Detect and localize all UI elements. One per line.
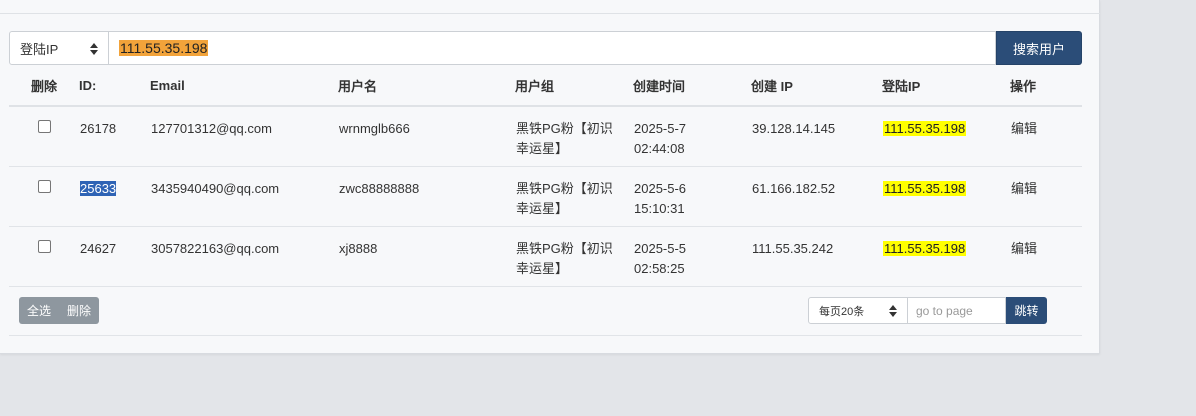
search-field-select[interactable]: 登陆IP <box>9 31 109 65</box>
row-created-clock: 02:44:08 <box>634 141 685 156</box>
row-created-clock: 02:58:25 <box>634 260 685 276</box>
content-panel: 登陆IP 111.55.35.198 搜索用户 删除 ID: Email 用户名… <box>0 0 1100 354</box>
row-created-ip-link[interactable]: 111.55.35.242 <box>751 226 882 287</box>
header-username: 用户名 <box>338 66 515 107</box>
row-edit-link[interactable]: 编辑 <box>1010 166 1082 227</box>
header-email: Email <box>150 66 338 107</box>
row-group: 黑铁PG粉【初识幸运星】 <box>516 180 613 216</box>
row-edit-link[interactable]: 编辑 <box>1010 226 1082 287</box>
bulk-delete-button[interactable]: 删除 <box>59 297 100 324</box>
search-input[interactable]: 111.55.35.198 <box>109 31 996 65</box>
search-bar: 登陆IP 111.55.35.198 搜索用户 <box>9 31 1082 65</box>
top-divider <box>0 13 1100 14</box>
pagination: 每页20条 go to page 跳转 <box>808 297 1047 324</box>
select-all-button[interactable]: 全选 <box>19 297 60 324</box>
row-group: 黑铁PG粉【初识幸运星】 <box>516 240 613 276</box>
row-checkbox[interactable] <box>37 239 51 253</box>
row-created-date: 2025-5-7 <box>634 121 687 136</box>
row-login-ip: 111.55.35.198 <box>883 121 967 136</box>
table-row: 26178 127701312@qq.com wrnmglb666 黑铁PG粉【… <box>9 106 1082 167</box>
search-input-value: 111.55.35.198 <box>119 40 209 56</box>
row-email: 3435940490@qq.com <box>150 166 338 227</box>
header-created-ip: 创建 IP <box>751 66 882 107</box>
row-id: 25633 <box>80 180 117 196</box>
footer-divider <box>9 335 1082 336</box>
row-login-ip: 111.55.35.198 <box>883 240 967 256</box>
row-created-ip-link[interactable]: 61.166.182.52 <box>751 166 882 227</box>
per-page-value: 每页20条 <box>819 305 865 318</box>
header-actions: 操作 <box>1010 66 1082 107</box>
search-users-button[interactable]: 搜索用户 <box>996 31 1082 65</box>
row-id: 24627 <box>79 226 150 287</box>
row-email: 3057822163@qq.com <box>150 226 338 287</box>
header-group: 用户组 <box>515 66 633 107</box>
row-group: 黑铁PG粉【初识幸运星】 <box>516 121 613 156</box>
per-page-select[interactable]: 每页20条 <box>808 297 908 324</box>
row-username: zwc88888888 <box>338 166 515 227</box>
header-login-ip: 登陆IP <box>882 66 1010 107</box>
header-id: ID: <box>79 66 150 107</box>
row-username: wrnmglb666 <box>338 106 515 167</box>
row-email: 127701312@qq.com <box>150 106 338 167</box>
select-arrows-icon <box>90 41 98 57</box>
row-username: xj8888 <box>338 226 515 287</box>
search-field-select-value: 登陆IP <box>20 41 59 57</box>
table-header-row: 删除 ID: Email 用户名 用户组 创建时间 创建 IP 登陆IP 操作 <box>9 66 1082 107</box>
row-id: 26178 <box>79 106 150 167</box>
row-created-ip-link[interactable]: 39.128.14.145 <box>751 106 882 167</box>
header-created-time: 创建时间 <box>633 66 751 107</box>
row-created-date: 2025-5-5 <box>634 240 687 256</box>
row-created-date: 2025-5-6 <box>634 180 687 196</box>
table-row: 25633 3435940490@qq.com zwc88888888 黑铁PG… <box>9 166 1082 227</box>
select-arrows-icon <box>889 303 897 319</box>
row-checkbox[interactable] <box>37 120 51 133</box>
goto-page-input[interactable]: go to page <box>908 297 1006 324</box>
users-table: 删除 ID: Email 用户名 用户组 创建时间 创建 IP 登陆IP 操作 … <box>9 66 1082 287</box>
row-edit-link[interactable]: 编辑 <box>1010 106 1082 167</box>
row-created-clock: 15:10:31 <box>634 200 685 216</box>
header-delete: 删除 <box>9 66 79 107</box>
row-login-ip: 111.55.35.198 <box>883 180 967 196</box>
row-checkbox[interactable] <box>37 179 51 193</box>
jump-button[interactable]: 跳转 <box>1006 297 1047 324</box>
table-row: 24627 3057822163@qq.com xj8888 黑铁PG粉【初识幸… <box>9 226 1082 287</box>
bulk-actions: 全选 删除 <box>19 297 100 324</box>
